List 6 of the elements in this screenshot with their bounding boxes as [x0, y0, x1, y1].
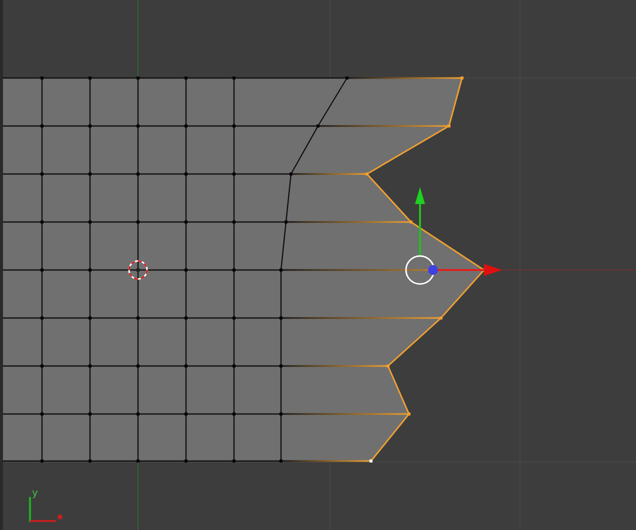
axis-gizmo-drawing — [29, 497, 62, 522]
y-axis-label: y — [32, 488, 38, 499]
mesh-drawing[interactable] — [3, 76, 486, 462]
viewport[interactable]: y — [0, 0, 636, 530]
3d-cursor-icon[interactable] — [128, 260, 148, 280]
transform-gizmo[interactable] — [405, 187, 502, 285]
